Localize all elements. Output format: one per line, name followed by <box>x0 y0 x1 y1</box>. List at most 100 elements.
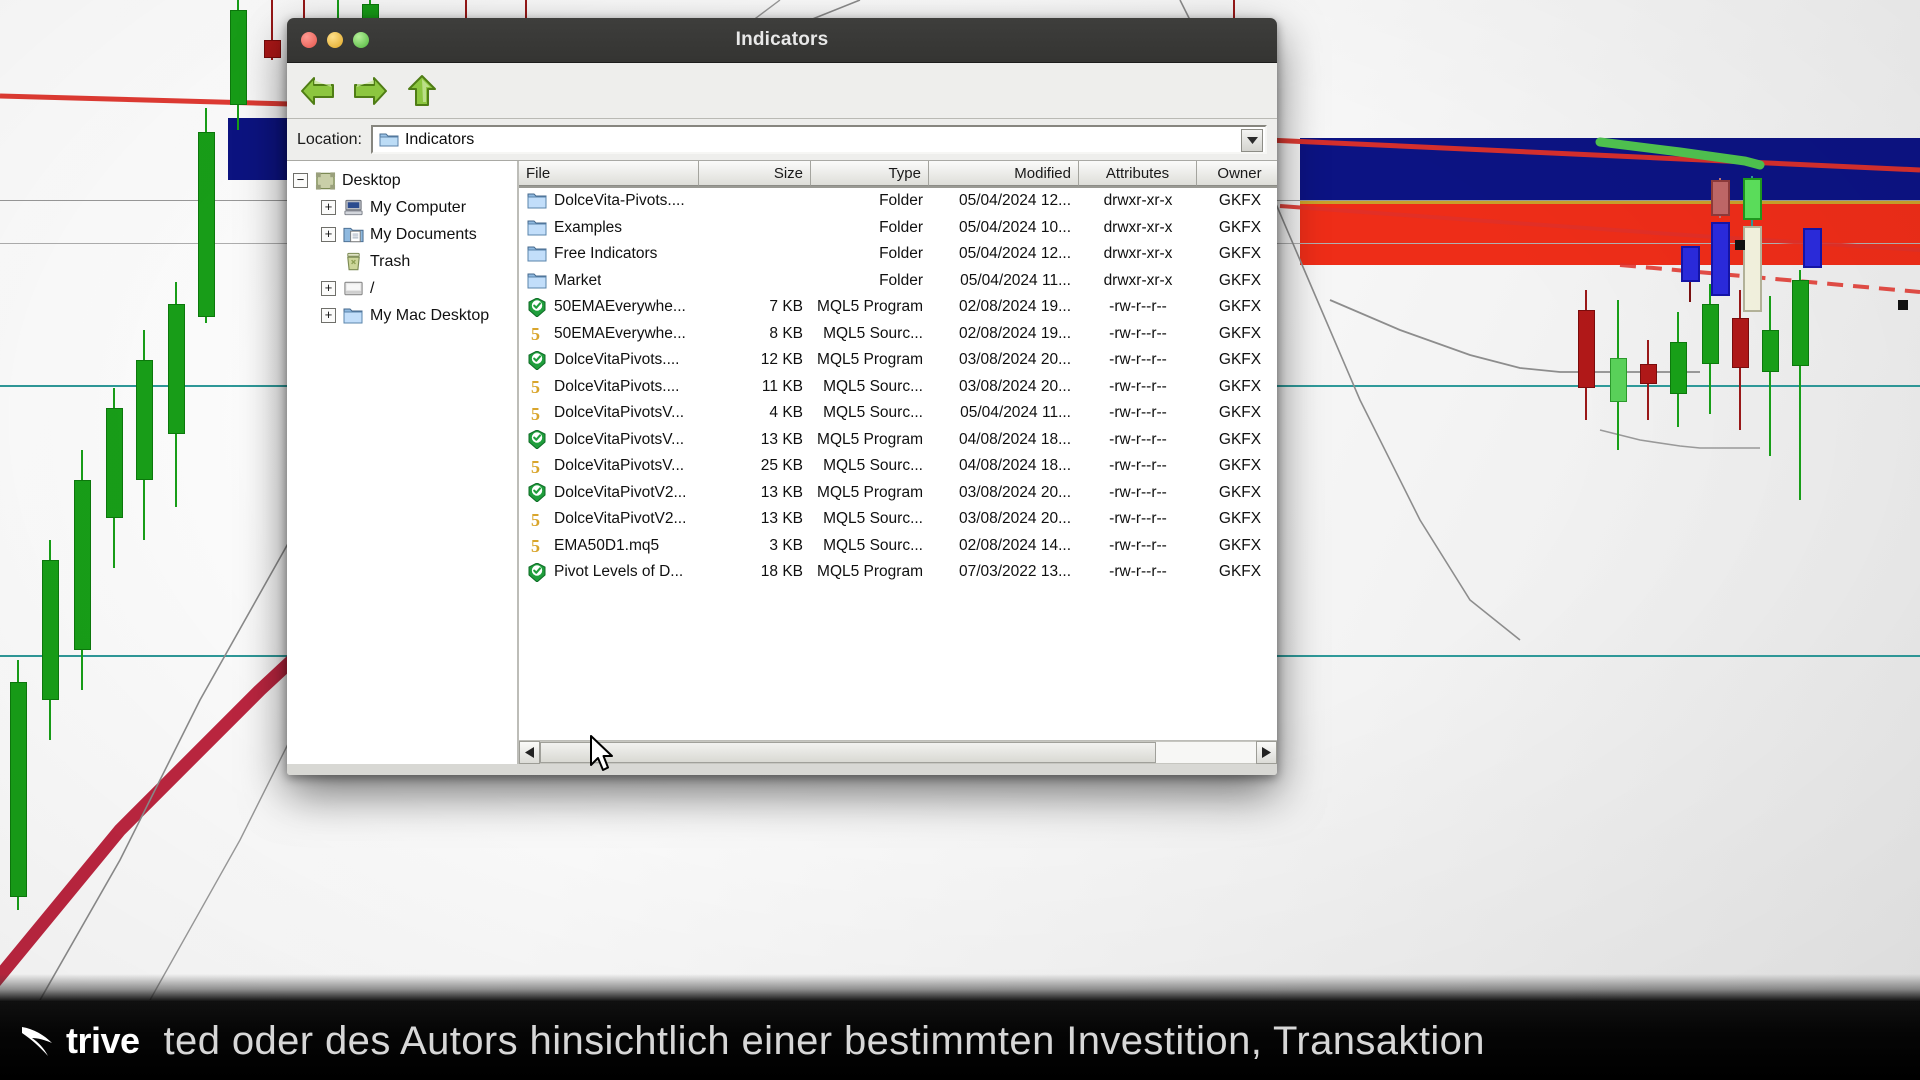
file-row[interactable]: 5 DolceVitaPivotsV... 25 KB MQL5 Sourc... 04… <box>519 453 1277 480</box>
file-owner-cell: GKFX <box>1218 351 1262 369</box>
minimize-button[interactable] <box>327 32 343 48</box>
folder-tree-pane[interactable]: − Desktop + My Computer + My Documents Trash + /… <box>287 161 519 764</box>
tree-item-label: Trash <box>370 252 411 270</box>
mql5-program-icon <box>527 297 547 317</box>
file-name-cell: DolceVitaPivotV2... <box>519 483 699 503</box>
file-owner-cell: GKFX <box>1218 192 1262 210</box>
tree-item-trash[interactable]: Trash <box>287 248 517 275</box>
file-row[interactable]: Market Folder 05/04/2024 11... drwxr-xr-x GK… <box>519 268 1277 295</box>
tree-item-my-computer[interactable]: + My Computer <box>287 194 517 221</box>
file-list-rows[interactable]: DolceVita-Pivots.... Folder 05/04/2024 12.… <box>519 188 1277 740</box>
mql5-program-icon <box>527 562 547 582</box>
mql5-source-icon: 5 <box>527 457 547 476</box>
file-row[interactable]: Pivot Levels of D... 18 KB MQL5 Program 07/… <box>519 559 1277 586</box>
expand-icon[interactable]: + <box>321 227 336 242</box>
arrow-right-icon <box>354 76 387 105</box>
horizontal-scrollbar[interactable] <box>519 740 1277 764</box>
svg-text:5: 5 <box>531 510 540 529</box>
mql5-source-icon: 5 <box>527 536 547 555</box>
window-titlebar[interactable]: Indicators <box>287 18 1277 63</box>
file-name-cell: Pivot Levels of D... <box>519 562 699 582</box>
file-name: DolceVitaPivotsV... <box>554 457 685 475</box>
window-title: Indicators <box>735 29 829 50</box>
file-type-cell: MQL5 Program <box>817 483 923 501</box>
column-header-file[interactable]: File <box>519 161 699 186</box>
file-name-cell: Market <box>519 271 699 290</box>
collapse-icon[interactable]: − <box>293 173 308 188</box>
location-combobox[interactable]: Indicators <box>370 125 1267 154</box>
tree-item-my-mac-desktop[interactable]: + My Mac Desktop <box>287 302 517 329</box>
back-button[interactable] <box>299 72 337 110</box>
file-name-cell: 5 DolceVitaPivotV2... <box>519 510 699 529</box>
file-owner-cell: GKFX <box>1218 377 1262 395</box>
file-attributes-cell: -rw-r--r-- <box>1109 563 1167 581</box>
column-header-owner[interactable]: Owner <box>1197 161 1277 186</box>
folder-icon <box>527 192 547 211</box>
file-row[interactable]: DolceVitaPivotsV... 13 KB MQL5 Program 04/0… <box>519 427 1277 454</box>
scrollbar-track[interactable] <box>540 741 1256 764</box>
file-attributes-cell: -rw-r--r-- <box>1109 404 1167 422</box>
close-button[interactable] <box>301 32 317 48</box>
up-button[interactable] <box>403 72 441 110</box>
file-attributes-cell: -rw-r--r-- <box>1109 536 1167 554</box>
file-name: DolceVitaPivots.... <box>554 351 680 369</box>
file-modified-cell: 05/04/2024 11... <box>960 404 1071 422</box>
expand-icon[interactable]: + <box>321 281 336 296</box>
file-row[interactable]: 5 EMA50D1.mq5 3 KB MQL5 Sourc... 02/08/2024 … <box>519 533 1277 560</box>
scroll-right-button[interactable] <box>1256 741 1277 764</box>
file-type-cell: MQL5 Sourc... <box>823 377 923 395</box>
file-row[interactable]: 5 DolceVitaPivotV2... 13 KB MQL5 Sourc... 03… <box>519 506 1277 533</box>
arrow-left-icon <box>301 76 334 105</box>
file-row[interactable]: 5 DolceVitaPivots.... 11 KB MQL5 Sourc... 03… <box>519 374 1277 401</box>
file-type-cell: MQL5 Sourc... <box>823 324 923 342</box>
expand-icon[interactable]: + <box>321 200 336 215</box>
trive-wing-icon <box>22 1027 52 1056</box>
file-attributes-cell: -rw-r--r-- <box>1109 324 1167 342</box>
file-row[interactable]: 50EMAEverywhe... 7 KB MQL5 Program 02/08/20… <box>519 294 1277 321</box>
mql5-source-icon: 5 <box>527 377 547 396</box>
file-row[interactable]: 5 50EMAEverywhe... 8 KB MQL5 Sourc... 02/08/… <box>519 321 1277 348</box>
file-type-cell: MQL5 Program <box>817 298 923 316</box>
folder-icon <box>343 306 364 325</box>
maximize-button[interactable] <box>353 32 369 48</box>
file-name: Market <box>554 271 602 289</box>
file-attributes-cell: -rw-r--r-- <box>1109 298 1167 316</box>
file-modified-cell: 04/08/2024 18... <box>958 457 1071 475</box>
file-row[interactable]: DolceVita-Pivots.... Folder 05/04/2024 12.… <box>519 188 1277 215</box>
file-modified-cell: 03/08/2024 20... <box>958 510 1071 528</box>
scroll-left-button[interactable] <box>519 741 540 764</box>
banner-fade <box>0 974 1920 1002</box>
column-header-modified[interactable]: Modified <box>929 161 1079 186</box>
chevron-down-icon[interactable] <box>1241 129 1263 152</box>
file-name: Examples <box>554 218 623 236</box>
file-list-pane[interactable]: File Size Type Modified Attributes Owner… <box>519 161 1277 764</box>
file-type-cell: MQL5 Sourc... <box>823 457 923 475</box>
file-row[interactable]: DolceVitaPivots.... 12 KB MQL5 Program 03/0… <box>519 347 1277 374</box>
tree-item-my-documents[interactable]: + My Documents <box>287 221 517 248</box>
tree-item-desktop[interactable]: − Desktop <box>287 167 517 194</box>
scrollbar-thumb[interactable] <box>540 742 1156 763</box>
triangle-left-icon <box>525 747 534 758</box>
tree-item-[interactable]: + / <box>287 275 517 302</box>
file-row[interactable]: Free Indicators Folder 05/04/2024 12... drw… <box>519 241 1277 268</box>
trash-icon <box>343 252 364 271</box>
file-attributes-cell: -rw-r--r-- <box>1109 457 1167 475</box>
folder-icon <box>379 133 399 147</box>
file-name-cell: 5 DolceVitaPivotsV... <box>519 457 699 476</box>
file-list-header[interactable]: File Size Type Modified Attributes Owner <box>519 161 1277 188</box>
indicators-window[interactable]: Indicators Location: Indicators − Deskto… <box>287 18 1277 775</box>
file-owner-cell: GKFX <box>1218 457 1262 475</box>
file-attributes-cell: -rw-r--r-- <box>1109 351 1167 369</box>
file-row[interactable]: Examples Folder 05/04/2024 10... drwxr-xr-x… <box>519 215 1277 242</box>
file-row[interactable]: DolceVitaPivotV2... 13 KB MQL5 Program 03/0… <box>519 480 1277 507</box>
tree-item-label: My Computer <box>370 198 467 216</box>
file-attributes-cell: -rw-r--r-- <box>1109 510 1167 528</box>
column-header-type[interactable]: Type <box>811 161 929 186</box>
forward-button[interactable] <box>351 72 389 110</box>
file-row[interactable]: 5 DolceVitaPivotsV... 4 KB MQL5 Sourc... 05/… <box>519 400 1277 427</box>
svg-text:5: 5 <box>531 377 540 396</box>
file-size-cell: 3 KB <box>769 536 803 554</box>
column-header-size[interactable]: Size <box>699 161 811 186</box>
column-header-attributes[interactable]: Attributes <box>1079 161 1197 186</box>
expand-icon[interactable]: + <box>321 308 336 323</box>
